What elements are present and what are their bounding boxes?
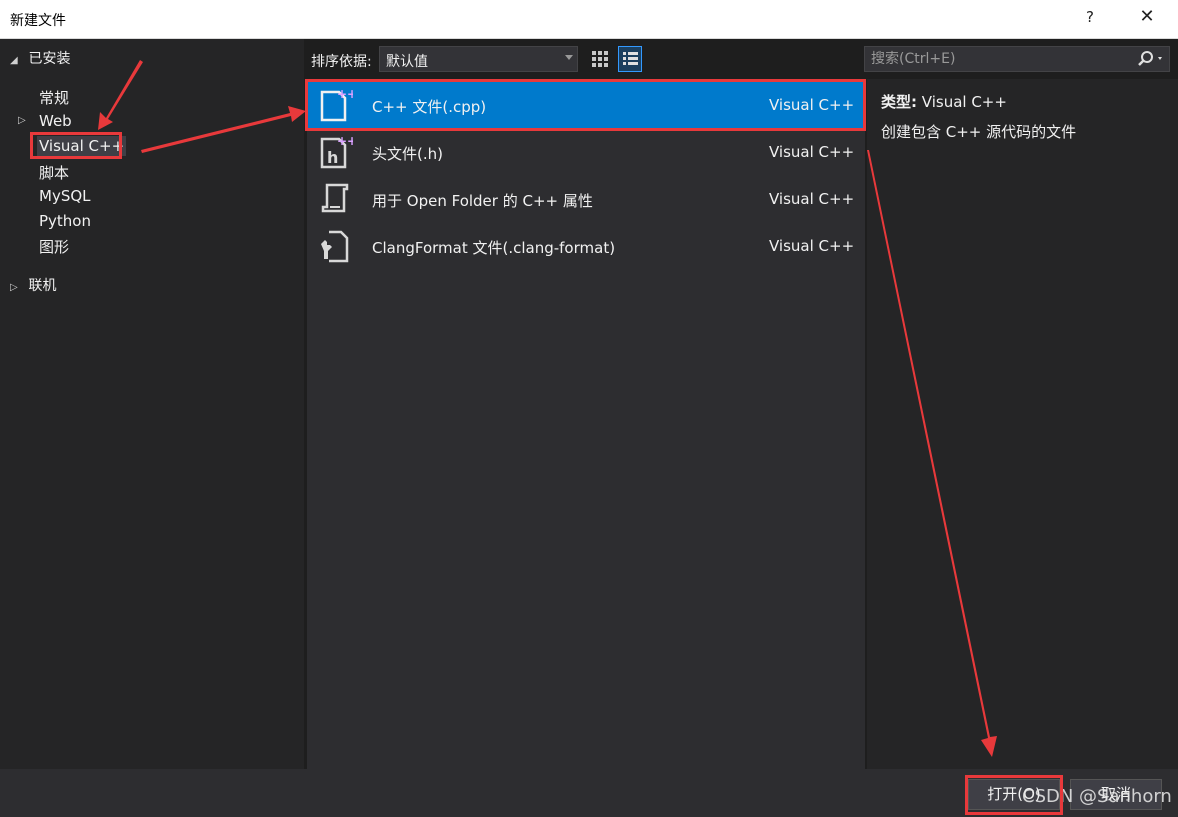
properties-file-icon <box>321 183 349 213</box>
template-name: 头文件(.h) <box>372 145 443 163</box>
list-view-button[interactable] <box>618 46 642 72</box>
template-type: Visual C++ <box>769 190 855 208</box>
tree-item-general[interactable]: 常规 <box>39 87 69 108</box>
template-type: Visual C++ <box>769 143 855 161</box>
search-icon <box>1138 51 1162 66</box>
close-button[interactable]: ✕ <box>1134 6 1160 27</box>
tree-item-mysql[interactable]: MySQL <box>39 187 91 205</box>
sort-dropdown[interactable]: 默认值 <box>379 46 578 72</box>
tree-item-script[interactable]: 脚本 <box>39 162 69 183</box>
search-box <box>864 46 1170 72</box>
sort-value: 默认值 <box>386 54 428 70</box>
template-name: C++ 文件(.cpp) <box>372 98 487 116</box>
collapse-arrow-icon[interactable]: ◢ <box>10 55 24 66</box>
tree-node-online[interactable]: ▷ 联机 <box>10 275 56 295</box>
watermark: CSDN @Sanhorn <box>1022 786 1172 807</box>
svg-text:h: h <box>327 148 338 167</box>
sort-label: 排序依据: <box>311 54 372 70</box>
svg-text:++: ++ <box>337 134 353 148</box>
expand-arrow-icon[interactable]: ▷ <box>18 115 26 126</box>
help-button[interactable]: ? <box>1080 8 1100 26</box>
chevron-down-icon <box>565 55 573 60</box>
details-type: 类型: Visual C++ <box>881 91 1007 112</box>
cpp-file-icon: ++ <box>320 87 353 122</box>
expand-arrow-icon[interactable]: ▷ <box>10 282 24 293</box>
list-view-icon <box>623 52 638 65</box>
svg-text:++: ++ <box>337 87 353 101</box>
window-title: 新建文件 <box>10 13 66 29</box>
tree-item-web[interactable]: Web <box>39 112 72 130</box>
template-name: ClangFormat 文件(.clang-format) <box>372 239 616 257</box>
tree-item-python[interactable]: Python <box>39 212 91 230</box>
tree-node-label: 已安装 <box>28 51 71 67</box>
category-tree: ◢ 已安装 常规 ▷ Web Visual C++ 脚本 MySQL Pytho… <box>0 39 304 769</box>
tree-item-graphics[interactable]: 图形 <box>39 236 69 257</box>
details-type-value: Visual C++ <box>921 93 1007 111</box>
tree-node-installed[interactable]: ◢ 已安装 <box>10 48 70 68</box>
template-row-open-folder-properties[interactable]: 用于 Open Folder 的 C++ 属性 Visual C++ <box>307 176 865 222</box>
details-type-label: 类型: <box>881 93 917 111</box>
template-row-cpp[interactable]: ++ C++ 文件(.cpp) Visual C++ <box>307 82 865 128</box>
details-description: 创建包含 C++ 源代码的文件 <box>881 123 1077 141</box>
tree-item-visual-cpp[interactable]: Visual C++ <box>37 136 127 156</box>
title-bar: 新建文件 ? ✕ <box>0 0 1178 39</box>
template-type: Visual C++ <box>769 237 855 255</box>
grid-view-button[interactable] <box>588 46 612 72</box>
template-name: 用于 Open Folder 的 C++ 属性 <box>372 192 593 210</box>
search-input[interactable] <box>865 47 1137 71</box>
template-list: ++ C++ 文件(.cpp) Visual C++ h ++ 头文件(.h) … <box>307 79 865 769</box>
template-type: Visual C++ <box>769 96 855 114</box>
details-pane: 类型: Visual C++ 创建包含 C++ 源代码的文件 <box>867 79 1178 769</box>
template-row-header[interactable]: h ++ 头文件(.h) Visual C++ <box>307 129 865 175</box>
tree-node-label: 联机 <box>28 278 57 294</box>
clang-format-file-icon <box>321 230 349 263</box>
grid-view-icon <box>592 51 608 67</box>
header-file-icon: h ++ <box>320 134 353 169</box>
search-button[interactable] <box>1131 49 1167 69</box>
template-row-clang-format[interactable]: ClangFormat 文件(.clang-format) Visual C++ <box>307 223 865 269</box>
